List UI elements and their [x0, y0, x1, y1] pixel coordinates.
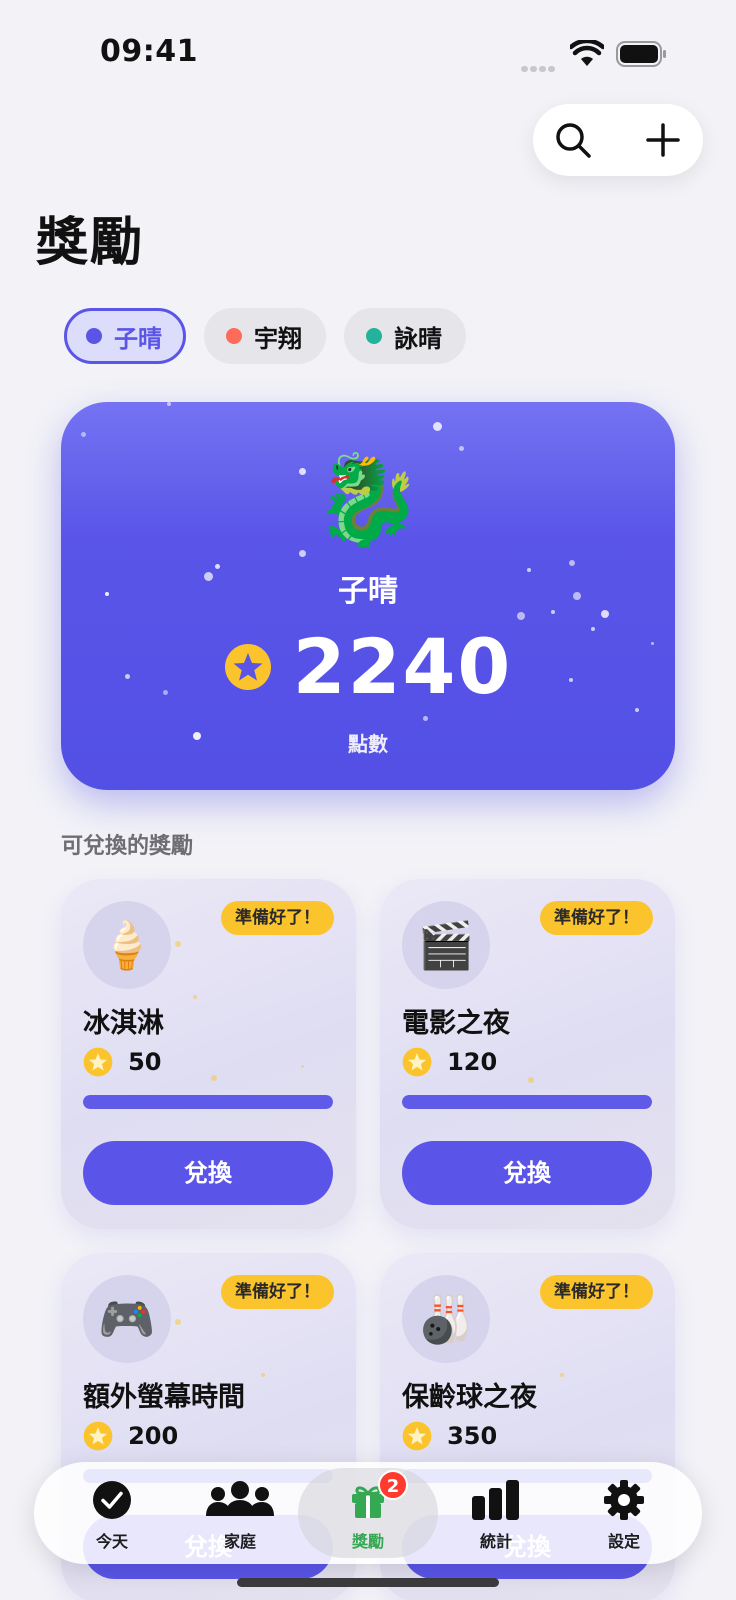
- tab-label: 今天: [95, 1532, 128, 1551]
- dragon-avatar: 🐉: [313, 448, 423, 551]
- page-title: 獎勵: [36, 213, 145, 273]
- kid-color-dot: [366, 328, 382, 344]
- reward-name: 保齡球之夜: [402, 1382, 537, 1413]
- gear-icon: [604, 1480, 644, 1520]
- cellular-signal-icon: [521, 57, 557, 76]
- points-label: 點數: [348, 732, 388, 756]
- bar-chart-icon: [472, 1480, 519, 1520]
- reward-name: 額外螢幕時間: [83, 1382, 245, 1413]
- tab-label: 獎勵: [351, 1532, 384, 1551]
- star-coin-icon: [402, 1047, 432, 1077]
- game-controller-icon: 🎮: [83, 1275, 171, 1363]
- kid-color-dot: [86, 328, 102, 344]
- search-icon[interactable]: [553, 120, 593, 160]
- star-coin-icon: [83, 1421, 113, 1451]
- tab-bar: 今天 家庭 2 獎勵 統計 設定: [34, 1462, 702, 1564]
- reward-cost-value: 50: [128, 1048, 162, 1076]
- points-row: 2240: [61, 622, 675, 712]
- tab-label: 家庭: [223, 1532, 256, 1551]
- star-coin-icon: [83, 1047, 113, 1077]
- add-reward-button[interactable]: [643, 120, 683, 160]
- status-time: 09:41: [100, 34, 198, 69]
- reward-cost-value: 200: [128, 1422, 179, 1450]
- checkmark-circle-icon: [93, 1481, 131, 1519]
- status-bar: 09:41: [0, 0, 736, 100]
- reward-progress-bar: [83, 1095, 333, 1109]
- hero-kid-name: 子晴: [338, 574, 398, 609]
- tab-stats[interactable]: 統計: [436, 1462, 556, 1564]
- section-title: 可兌換的獎勵: [61, 834, 194, 859]
- tab-rewards[interactable]: 2 獎勵: [308, 1462, 428, 1564]
- kid-tab-label: 宇翔: [254, 324, 302, 353]
- reward-cost: 120: [402, 1047, 497, 1079]
- tab-label: 設定: [607, 1532, 640, 1551]
- tab-label: 統計: [479, 1532, 512, 1551]
- reward-card: 🍦 準備好了！ 冰淇淋 50 兌換: [61, 879, 356, 1229]
- reward-progress-bar: [402, 1095, 652, 1109]
- ready-badge: 準備好了！: [540, 1275, 653, 1309]
- reward-cost: 200: [83, 1421, 178, 1453]
- reward-cost: 350: [402, 1421, 497, 1453]
- home-indicator: [237, 1578, 499, 1587]
- redeem-button[interactable]: 兌換: [402, 1141, 652, 1205]
- ready-badge: 準備好了！: [540, 901, 653, 935]
- wifi-icon: [570, 40, 604, 66]
- ready-badge: 準備好了！: [221, 1275, 334, 1309]
- ready-badge: 準備好了！: [221, 901, 334, 935]
- reward-cost-value: 120: [447, 1048, 498, 1076]
- points-hero-card: 🐉 子晴 2240 點數: [61, 402, 675, 790]
- kid-tab-0[interactable]: 子晴: [64, 308, 186, 364]
- reward-name: 電影之夜: [402, 1008, 510, 1039]
- clapperboard-icon: 🎬: [402, 901, 490, 989]
- reward-cost-value: 350: [447, 1422, 498, 1450]
- kid-tab-1[interactable]: 宇翔: [204, 308, 326, 364]
- kid-color-dot: [226, 328, 242, 344]
- kid-tab-label: 詠晴: [394, 324, 442, 353]
- star-coin-icon: [402, 1421, 432, 1451]
- reward-cost: 50: [83, 1047, 162, 1079]
- reward-name: 冰淇淋: [83, 1008, 164, 1039]
- reward-card: 🎬 準備好了！ 電影之夜 120 兌換: [380, 879, 675, 1229]
- kid-tab-2[interactable]: 詠晴: [344, 308, 466, 364]
- tab-family[interactable]: 家庭: [180, 1462, 300, 1564]
- ice-cream-icon: 🍦: [83, 901, 171, 989]
- tab-today[interactable]: 今天: [52, 1462, 172, 1564]
- battery-icon: [616, 41, 666, 67]
- people-icon: [206, 1481, 274, 1516]
- tab-settings[interactable]: 設定: [564, 1462, 684, 1564]
- redeem-button[interactable]: 兌換: [83, 1141, 333, 1205]
- kid-tab-label: 子晴: [114, 324, 162, 353]
- notification-badge: 2: [378, 1470, 408, 1500]
- points-value: 2240: [292, 622, 513, 711]
- star-coin-icon: [224, 643, 271, 690]
- bowling-icon: 🎳: [402, 1275, 490, 1363]
- top-actions-pill: [533, 104, 703, 176]
